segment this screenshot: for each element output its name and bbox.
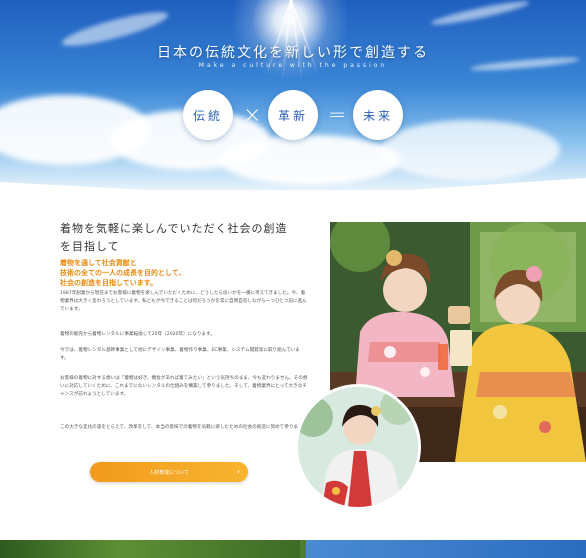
footer-foliage-strip (0, 540, 300, 558)
kimono-portrait-photo (295, 384, 421, 510)
times-operator: × (243, 103, 262, 128)
mission-heading: 着物を気軽に楽しんでいただく社会の創造 を目指して (60, 222, 288, 253)
hero-wave-divider (0, 178, 586, 190)
body-paragraph: 1987年創業から現在までお客様に着物を楽しんでいただくために、どうしたら良いか… (60, 291, 307, 312)
mission-catchphrase: 着物を通して社会貢献と 技術の全ての一人の成長を目的として、 社会の創造を目指し… (60, 258, 186, 287)
hero-banner: 日本の伝統文化を新しい形で創造する Make a culture with th… (0, 0, 586, 190)
body-paragraph: お客様の着物に対する想いは「着物は好き、機会があれば着てみたい」という気持ちのま… (60, 376, 308, 397)
footer-sky-strip (306, 540, 586, 558)
talent-development-button[interactable]: 人材育成について › (90, 462, 248, 482)
concept-circle-innovation: 革新 (268, 90, 318, 140)
body-paragraph: 着物の販売から着物レンタルに事業転換して20年（2020年）になります。 (60, 332, 215, 337)
cloud-wisp (430, 0, 530, 29)
hero-title: 日本の伝統文化を新しい形で創造する (157, 45, 429, 61)
concept-circle-future: 未来 (353, 90, 403, 140)
kimono-portrait-illustration (298, 387, 418, 507)
concept-circle-tradition: 伝統 (183, 90, 233, 140)
button-label: 人材育成について (149, 469, 189, 476)
chevron-right-icon: › (236, 467, 240, 476)
hero-subtitle: Make a culture with the passion (198, 62, 388, 69)
body-paragraph: この大きな変化の波をとらえて、改革をして、本当の意味での着物を気軽に楽しむための… (60, 425, 307, 430)
equals-operator: = (328, 103, 347, 128)
body-paragraph: 今では、着物レンタル基幹事業として他にデザイン事業、着物作り事業、EC事業、シス… (60, 348, 300, 361)
